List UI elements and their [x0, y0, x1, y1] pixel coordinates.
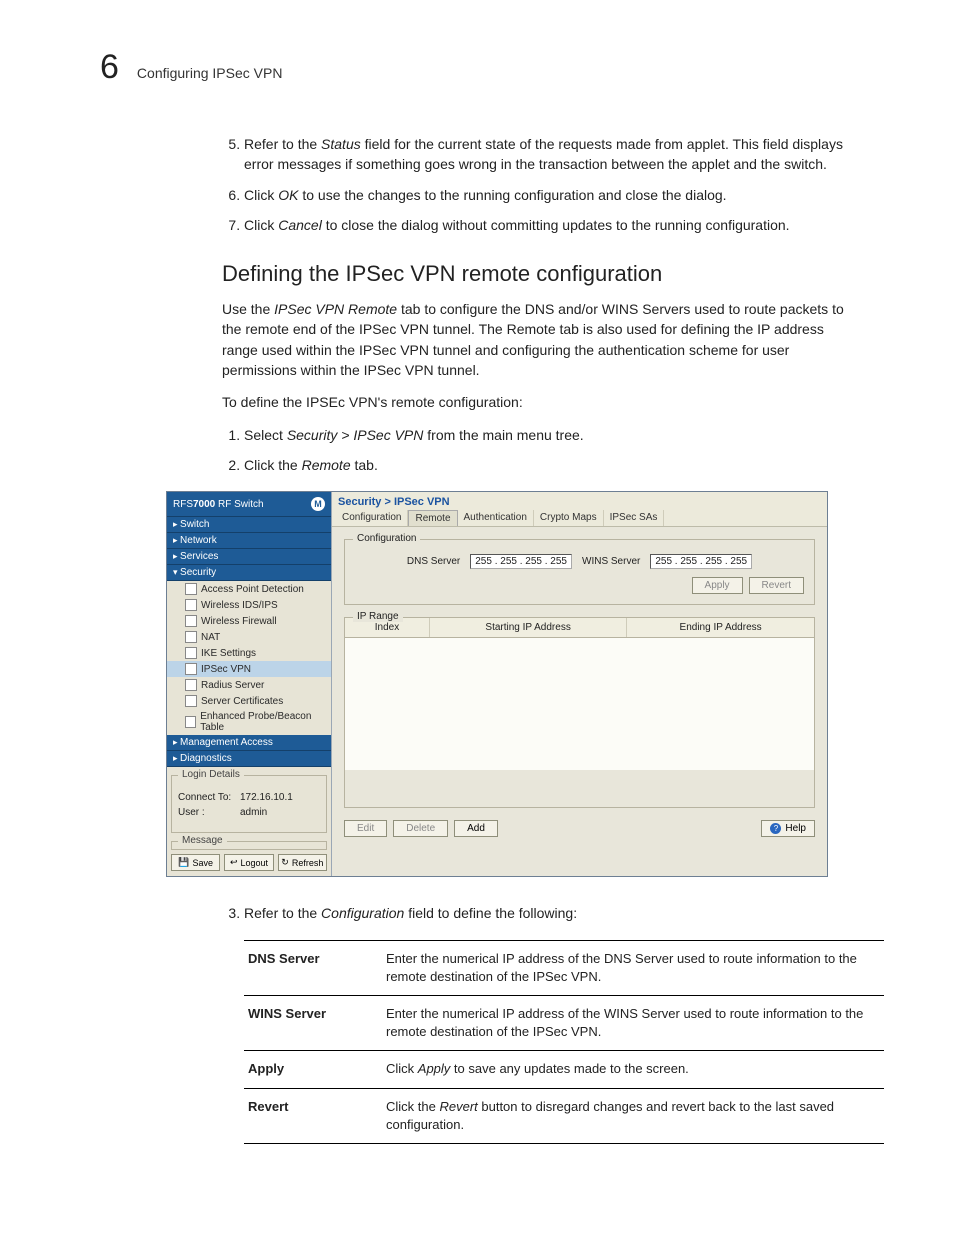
chapter-title: Configuring IPSec VPN — [137, 65, 283, 81]
definition-table: DNS Server Enter the numerical IP addres… — [244, 940, 884, 1144]
step-5: Refer to the Status field for the curren… — [244, 134, 854, 175]
login-legend: Login Details — [178, 769, 244, 780]
help-button[interactable]: ? Help — [761, 820, 815, 837]
tree-icon — [185, 663, 197, 675]
sidebar-sub-ipsec-vpn[interactable]: IPSec VPN — [167, 661, 331, 677]
message-legend: Message — [178, 835, 227, 846]
tab-authentication[interactable]: Authentication — [458, 510, 534, 526]
sidebar-sub-ike[interactable]: IKE Settings — [167, 645, 331, 661]
intro-paragraph: Use the IPSec VPN Remote tab to configur… — [222, 299, 854, 380]
tree-icon — [185, 631, 197, 643]
revert-button[interactable]: Revert — [749, 577, 804, 594]
configuration-fieldset: Configuration DNS Server 255 . 255 . 255… — [344, 539, 815, 605]
table-row: Apply Click Apply to save any updates ma… — [244, 1051, 884, 1088]
vendor-logo-icon: M — [311, 497, 325, 511]
tab-ipsec-sas[interactable]: IPSec SAs — [604, 510, 665, 526]
sidebar-item-switch[interactable]: Switch — [167, 517, 331, 533]
sidebar-sub-ap-detection[interactable]: Access Point Detection — [167, 581, 331, 597]
dns-server-input[interactable]: 255 . 255 . 255 . 255 — [470, 554, 572, 569]
tab-strip: Configuration Remote Authentication Cryp… — [332, 510, 827, 527]
main-panel: Security > IPSec VPN Configuration Remot… — [332, 492, 827, 876]
app-screenshot: RFS7000 RF Switch M Switch Network Servi… — [166, 491, 828, 877]
connect-value: 172.16.10.1 — [240, 792, 293, 803]
tab-crypto-maps[interactable]: Crypto Maps — [534, 510, 604, 526]
chapter-number: 6 — [100, 50, 119, 84]
sidebar-item-diagnostics[interactable]: Diagnostics — [167, 751, 331, 767]
step-1: Select Security > IPSec VPN from the mai… — [244, 425, 854, 445]
term-apply: Apply — [244, 1051, 382, 1088]
apply-button[interactable]: Apply — [692, 577, 743, 594]
tab-remote[interactable]: Remote — [408, 510, 457, 526]
configuration-legend: Configuration — [353, 533, 420, 544]
page-header: 6 Configuring IPSec VPN — [100, 50, 854, 84]
sidebar-sub-wids[interactable]: Wireless IDS/IPS — [167, 597, 331, 613]
section-heading: Defining the IPSec VPN remote configurat… — [222, 261, 854, 287]
col-end[interactable]: Ending IP Address — [627, 618, 814, 637]
ip-range-header: Index Starting IP Address Ending IP Addr… — [345, 618, 814, 638]
sidebar-sub-radius[interactable]: Radius Server — [167, 677, 331, 693]
wins-server-input[interactable]: 255 . 255 . 255 . 255 — [650, 554, 752, 569]
sidebar-sub-server-certs[interactable]: Server Certificates — [167, 693, 331, 709]
breadcrumb: Security > IPSec VPN — [332, 492, 827, 510]
term-wins-server: WINS Server — [244, 995, 382, 1050]
desc-revert: Click the Revert button to disregard cha… — [382, 1088, 884, 1143]
delete-button[interactable]: Delete — [393, 820, 448, 837]
sidebar-item-management[interactable]: Management Access — [167, 735, 331, 751]
message-box: Message — [171, 841, 327, 850]
save-button[interactable]: 💾Save — [171, 854, 220, 871]
tree-icon — [185, 679, 197, 691]
tree-icon — [185, 599, 197, 611]
save-icon: 💾 — [178, 857, 189, 868]
tree-icon — [185, 583, 197, 595]
product-title: RFS7000 RF Switch — [173, 499, 264, 510]
tree-icon — [185, 615, 197, 627]
desc-wins-server: Enter the numerical IP address of the WI… — [382, 995, 884, 1050]
desc-dns-server: Enter the numerical IP address of the DN… — [382, 940, 884, 995]
tree-icon — [185, 695, 197, 707]
sidebar-item-network[interactable]: Network — [167, 533, 331, 549]
table-row: WINS Server Enter the numerical IP addre… — [244, 995, 884, 1050]
refresh-icon: ↻ — [281, 857, 289, 868]
after-steps-list: Refer to the Configuration field to defi… — [222, 903, 854, 923]
connect-label: Connect To: — [178, 792, 240, 803]
sidebar: RFS7000 RF Switch M Switch Network Servi… — [167, 492, 332, 876]
step-7: Click Cancel to close the dialog without… — [244, 215, 854, 235]
ip-range-legend: IP Range — [353, 611, 403, 622]
edit-button[interactable]: Edit — [344, 820, 387, 837]
table-row: DNS Server Enter the numerical IP addres… — [244, 940, 884, 995]
lead-paragraph: To define the IPSEc VPN's remote configu… — [222, 392, 854, 412]
dns-server-label: DNS Server — [407, 556, 460, 567]
logout-icon: ↩ — [230, 857, 238, 868]
pre-steps-list: Refer to the Status field for the curren… — [222, 134, 854, 235]
ip-range-fieldset: IP Range Index Starting IP Address Endin… — [344, 617, 815, 808]
sidebar-sub-nat[interactable]: NAT — [167, 629, 331, 645]
step-2: Click the Remote tab. — [244, 455, 854, 475]
sidebar-item-security[interactable]: Security — [167, 565, 331, 581]
sidebar-sub-probe-beacon[interactable]: Enhanced Probe/Beacon Table — [167, 709, 331, 735]
user-value: admin — [240, 807, 267, 818]
step-6: Click OK to use the changes to the runni… — [244, 185, 854, 205]
wins-server-label: WINS Server — [582, 556, 640, 567]
tree-icon — [185, 647, 197, 659]
sidebar-item-services[interactable]: Services — [167, 549, 331, 565]
term-dns-server: DNS Server — [244, 940, 382, 995]
refresh-button[interactable]: ↻Refresh — [278, 854, 327, 871]
product-title-bar: RFS7000 RF Switch M — [167, 492, 331, 517]
user-label: User : — [178, 807, 240, 818]
tree-icon — [185, 716, 196, 728]
step-3: Refer to the Configuration field to defi… — [244, 903, 854, 923]
main-steps-list: Select Security > IPSec VPN from the mai… — [222, 425, 854, 476]
desc-apply: Click Apply to save any updates made to … — [382, 1051, 884, 1088]
ip-range-table-body[interactable] — [345, 638, 814, 770]
col-start[interactable]: Starting IP Address — [430, 618, 627, 637]
tab-configuration[interactable]: Configuration — [336, 510, 408, 526]
login-details-box: Login Details Connect To:172.16.10.1 Use… — [171, 775, 327, 833]
help-icon: ? — [770, 823, 781, 834]
add-button[interactable]: Add — [454, 820, 498, 837]
term-revert: Revert — [244, 1088, 382, 1143]
sidebar-sub-firewall[interactable]: Wireless Firewall — [167, 613, 331, 629]
table-row: Revert Click the Revert button to disreg… — [244, 1088, 884, 1143]
logout-button[interactable]: ↩Logout — [224, 854, 273, 871]
